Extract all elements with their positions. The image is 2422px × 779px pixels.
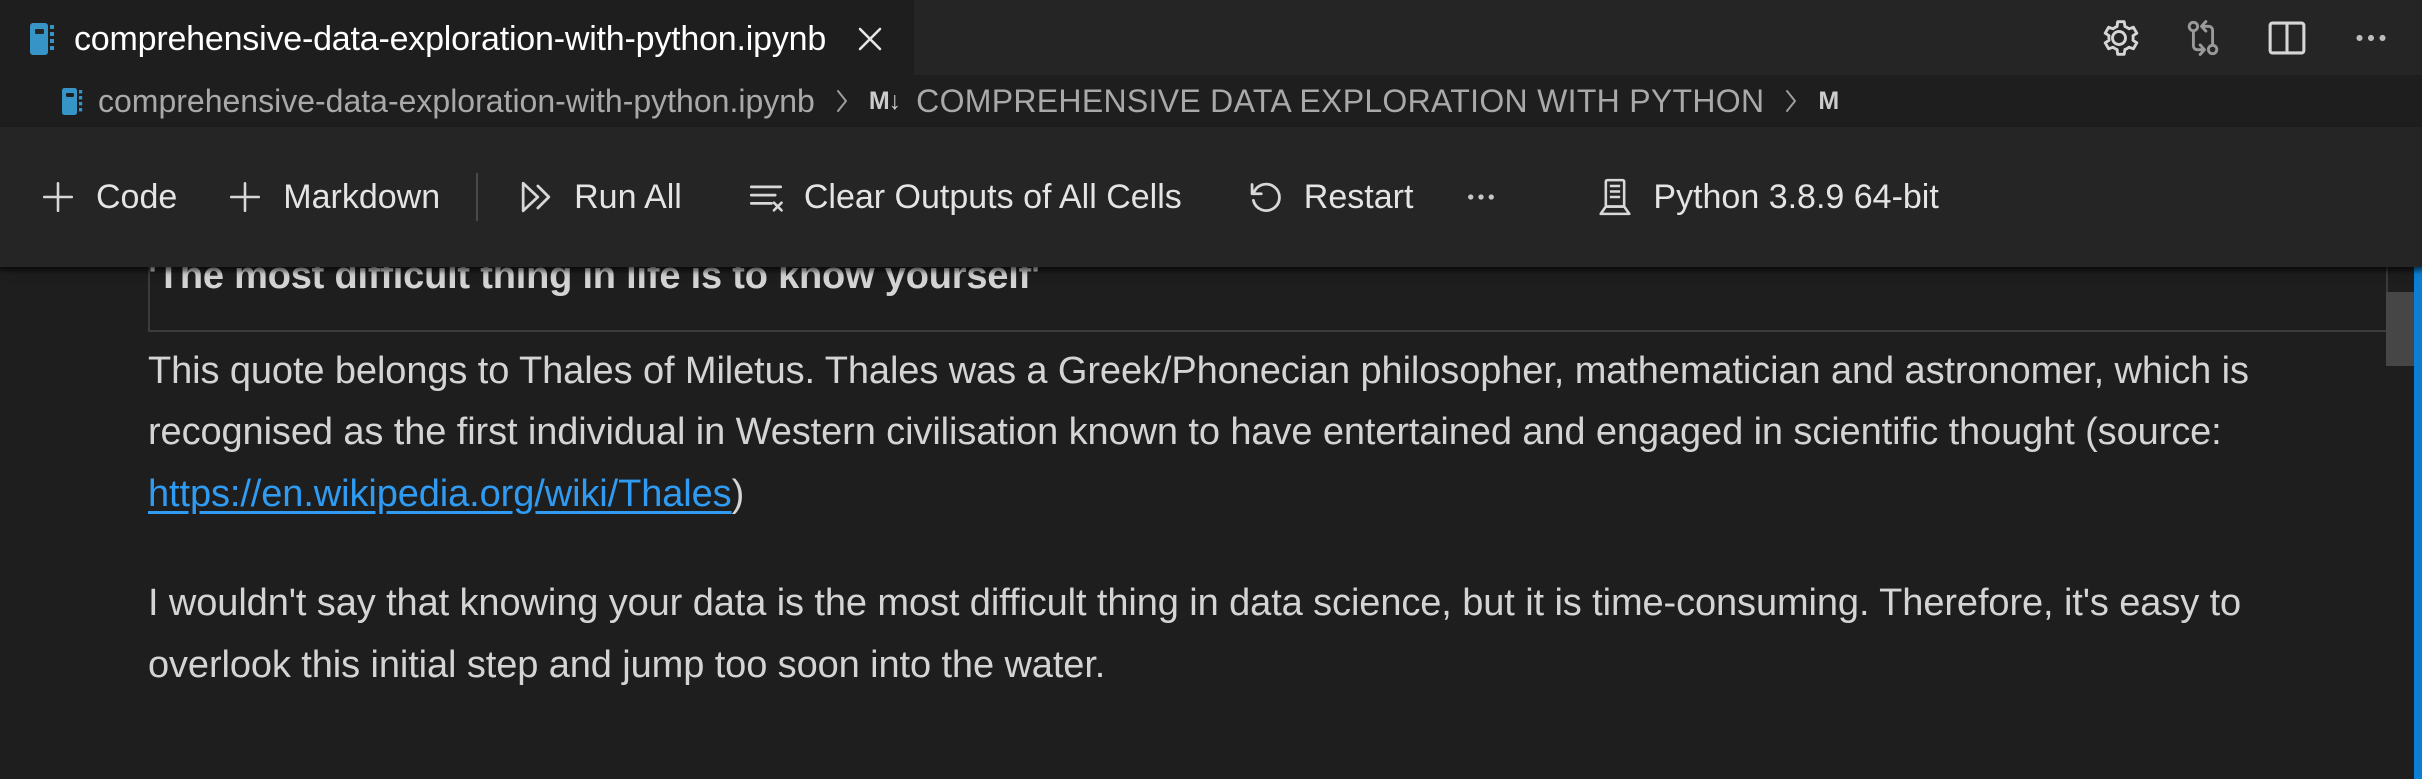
editor-actions — [2096, 0, 2394, 75]
kernel-label: Python 3.8.9 64-bit — [1653, 177, 1939, 216]
add-code-cell-label: Code — [96, 177, 178, 216]
compare-changes-icon[interactable] — [2180, 15, 2226, 61]
add-markdown-cell-label: Markdown — [283, 177, 441, 216]
close-icon[interactable] — [850, 19, 890, 59]
cell-paragraph-2: I wouldn't say that knowing your data is… — [148, 582, 2242, 686]
split-editor-icon[interactable] — [2264, 15, 2310, 61]
paragraph-1-text-before: This quote belongs to Thales of Miletus.… — [148, 349, 2249, 454]
breadcrumb-item-file[interactable]: comprehensive-data-exploration-with-pyth… — [62, 83, 815, 120]
clear-outputs-icon — [744, 175, 788, 219]
add-code-cell-button[interactable]: Code — [22, 162, 191, 232]
toolbar-divider — [476, 173, 479, 221]
restart-kernel-label: Restart — [1303, 177, 1414, 216]
notebook-icon — [62, 87, 84, 115]
markdown-icon: M↓ — [868, 86, 901, 115]
editor-tab-notebook[interactable]: comprehensive-data-exploration-with-pyth… — [0, 0, 915, 75]
markdown-cell-rendered[interactable]: 'The most difficult thing in life is to … — [148, 267, 2398, 696]
clear-outputs-button[interactable]: Clear Outputs of All Cells — [730, 162, 1196, 232]
cell-paragraph-1: This quote belongs to Thales of Miletus.… — [148, 341, 2388, 526]
editor-tab-label: comprehensive-data-exploration-with-pyth… — [74, 19, 827, 58]
restart-kernel-button[interactable]: Restart — [1230, 162, 1428, 232]
clear-outputs-label: Clear Outputs of All Cells — [803, 177, 1182, 216]
run-all-label: Run All — [574, 177, 682, 216]
breadcrumb-separator-icon — [831, 84, 853, 118]
markdown-icon-2: M — [1818, 86, 1839, 115]
breadcrumb: comprehensive-data-exploration-with-pyth… — [0, 75, 2422, 127]
plus-icon — [36, 175, 80, 219]
kernel-selector-button[interactable]: Python 3.8.9 64-bit — [1579, 162, 1952, 232]
settings-gear-icon[interactable] — [2096, 15, 2142, 61]
breadcrumb-item-truncated[interactable]: M — [1818, 87, 1840, 116]
breadcrumb-label-section: COMPREHENSIVE DATA EXPLORATION WITH PYTH… — [916, 82, 1765, 119]
add-markdown-cell-button[interactable]: Markdown — [209, 162, 454, 232]
server-kernel-icon — [1593, 175, 1637, 219]
paragraph-1-text-after: ) — [731, 472, 745, 515]
more-actions-icon[interactable] — [2348, 15, 2394, 61]
breadcrumb-separator-icon-2 — [1780, 84, 1802, 118]
vertical-scrollbar-thumb[interactable] — [2386, 292, 2414, 366]
cell-heading: 'The most difficult thing in life is to … — [148, 267, 1040, 297]
plus-icon-2 — [223, 175, 267, 219]
more-actions-icon-2 — [1459, 175, 1503, 219]
breadcrumb-label-file: comprehensive-data-exploration-with-pyth… — [98, 82, 815, 119]
editor-tab-bar: comprehensive-data-exploration-with-pyth… — [0, 0, 2422, 75]
run-all-icon — [514, 175, 558, 219]
thales-wikipedia-link[interactable]: https://en.wikipedia.org/wiki/Thales — [148, 473, 732, 515]
toolbar-more-button[interactable] — [1445, 162, 1517, 232]
breadcrumb-item-section[interactable]: M↓ COMPREHENSIVE DATA EXPLORATION WITH P… — [869, 83, 1765, 120]
notebook-icon — [30, 22, 56, 56]
notebook-toolbar: Code Markdown Run All Clear Outputs of A… — [0, 127, 2422, 267]
restart-icon — [1244, 175, 1288, 219]
run-all-button[interactable]: Run All — [500, 162, 696, 232]
editor-focus-border — [2414, 267, 2422, 779]
vertical-scrollbar-track[interactable] — [2386, 267, 2414, 779]
vscode-notebook-editor: comprehensive-data-exploration-with-pyth… — [0, 0, 2422, 779]
notebook-content-area[interactable]: 'The most difficult thing in life is to … — [0, 267, 2422, 779]
